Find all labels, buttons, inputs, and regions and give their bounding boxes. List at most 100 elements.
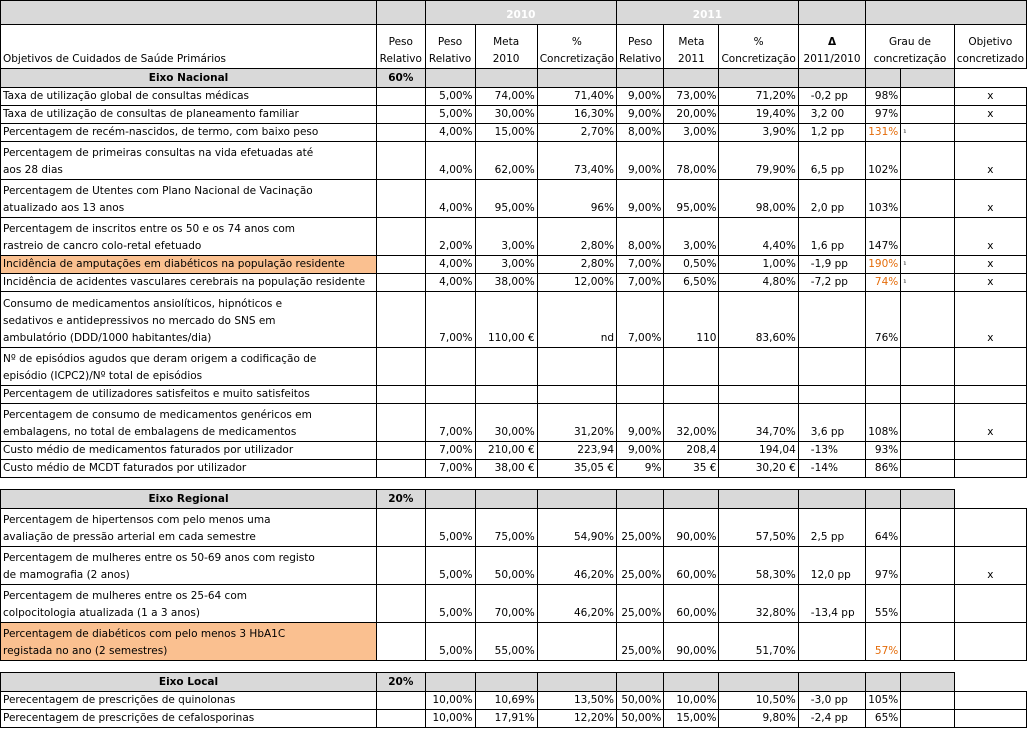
indicator-line: ambulatório (DDD/1000 habitantes/dia) (3, 332, 212, 344)
indicator-name: Percentagem de Utentes com Plano Naciona… (0, 179, 378, 218)
header-blank-3 (797, 0, 867, 25)
meta-2011: 78,00% (663, 141, 720, 180)
concretizacao-2011: 32,80% (718, 584, 799, 623)
concretizacao-2010: 35,05 € (536, 459, 618, 478)
concretizacao-2010: nd (536, 291, 618, 348)
meta-2011: 6,50% (663, 273, 720, 292)
grau-concretizacao: 65% (865, 709, 902, 728)
footnote-mark (900, 622, 955, 661)
peso-label: Peso (437, 36, 463, 48)
peso-2010: 5,00% (424, 622, 476, 661)
section-weight: 60% (376, 68, 426, 88)
footnote-mark (900, 141, 955, 180)
delta-2011-2010: 3,2 00 (797, 105, 867, 124)
peso-2010 (424, 385, 476, 404)
indicator-line: Percentagem de consumo de medicamentos g… (3, 409, 312, 421)
section-header-filler (424, 672, 476, 692)
indicator-name: Percentagem de consumo de medicamentos g… (0, 403, 378, 442)
table-row: Nº de episódios agudos que deram origem … (0, 347, 1027, 386)
meta-2011: 73,00% (663, 87, 720, 106)
meta-2010 (474, 347, 538, 386)
empty-weight-cell (376, 179, 426, 218)
section-header-filler (474, 672, 538, 692)
peso-2010: 4,00% (424, 255, 476, 274)
section-label: Eixo Nacional (0, 68, 378, 88)
concretizacao-2010: 2,80% (536, 217, 618, 256)
concretizacao-2011: 3,90% (718, 123, 799, 142)
table-row: Percentagem de utilizadores satisfeitos … (0, 385, 1027, 404)
peso-2010: 7,00% (424, 459, 476, 478)
spacer-row (0, 477, 1027, 490)
concretizacao-2010: 73,40% (536, 141, 618, 180)
indicator-name: Percentagem de mulheres entre os 25-64 c… (0, 584, 378, 623)
indicator-name: Perecentagem de prescrições de cefalospo… (0, 709, 378, 728)
concretizacao-2010: 54,90% (536, 508, 618, 547)
peso-2011: 8,00% (616, 123, 665, 142)
empty-weight-cell (376, 584, 426, 623)
grau-concretizacao: 108% (865, 403, 902, 442)
section-header-filler (663, 68, 720, 88)
objetivo-concretizado-mark: x (953, 179, 1027, 218)
objetivo-concretizado-mark (953, 441, 1027, 460)
indicator-line: de mamografia (2 anos) (3, 569, 130, 581)
spacer-cell (616, 477, 664, 490)
table-row: Percentagem de consumo de medicamentos g… (0, 403, 1027, 442)
indicator-name: Taxa de utilização de consultas de plane… (0, 105, 378, 124)
section-header-filler (865, 672, 902, 692)
objetivo-concretizado-mark (953, 584, 1027, 623)
section-header-filler (474, 489, 538, 509)
grau-concretizacao: 55% (865, 584, 902, 623)
indicator-name: Taxa de utilização global de consultas m… (0, 87, 378, 106)
grau-concretizacao: 102% (865, 141, 902, 180)
col-peso-relativo: Peso Relativo (376, 24, 426, 69)
delta-2011-2010: 1,6 pp (797, 217, 867, 256)
table-row: Perecentagem de prescrições de cefalospo… (0, 709, 1027, 728)
peso-2011: 9,00% (616, 403, 665, 442)
delta-2011-2010: 1,2 pp (797, 123, 867, 142)
section-label: Eixo Regional (0, 489, 378, 509)
concretizacao-2011: 1,00% (718, 255, 799, 274)
objetivo-concretizado-mark (953, 622, 1027, 661)
concretizacao-2010: 16,30% (536, 105, 618, 124)
empty-weight-cell (376, 347, 426, 386)
table-row: Taxa de utilização global de consultas m… (0, 87, 1027, 106)
grau-concretizacao: 190% (865, 255, 902, 274)
spacer-cell (376, 660, 426, 673)
concretizacao-2011: 34,70% (718, 403, 799, 442)
meta-year-label: 2011 (678, 53, 705, 65)
section-header-row: Eixo Nacional 60% (0, 68, 1027, 88)
empty-weight-cell (376, 441, 426, 460)
delta-2011-2010 (797, 385, 867, 404)
peso-label: Peso (388, 36, 413, 48)
delta-2011-2010: 2,5 pp (797, 508, 867, 547)
section-header-filler (865, 68, 902, 88)
footnote-mark: ¹ (900, 123, 955, 142)
delta-2011-2010: 3,6 pp (797, 403, 867, 442)
spacer-cell (718, 660, 799, 673)
objetivo-concretizado-mark (953, 123, 1027, 142)
peso-2010: 7,00% (424, 291, 476, 348)
concretizacao-2010 (536, 347, 618, 386)
empty-weight-cell (376, 255, 426, 274)
peso-2011: 9,00% (616, 179, 665, 218)
indicator-name: Nº de episódios agudos que deram origem … (0, 347, 378, 386)
indicator-line: Perecentagem de prescrições de quinolona… (3, 694, 236, 706)
delta-2011-2010: 2,0 pp (797, 179, 867, 218)
footnote-mark (900, 584, 955, 623)
meta-2010: 75,00% (474, 508, 538, 547)
grau-concretizacao: 131% (865, 123, 902, 142)
meta-2011: 60,00% (663, 546, 720, 585)
indicator-line: colpocitologia atualizada (1 a 3 anos) (3, 607, 200, 619)
grau-concretizacao: 86% (865, 459, 902, 478)
meta-2010: 10,69% (474, 691, 538, 710)
concretizacao-2011: 4,80% (718, 273, 799, 292)
meta-2011: 208,4 (663, 441, 720, 460)
spacer-cell (900, 477, 955, 490)
section-header-filler (797, 489, 867, 509)
spacer-cell (616, 660, 664, 673)
spacer-cell (537, 477, 617, 490)
grau-concretizacao: 76% (865, 291, 902, 348)
section-header-filler (616, 672, 665, 692)
spacer-cell (865, 660, 901, 673)
spacer-cell (0, 660, 377, 673)
